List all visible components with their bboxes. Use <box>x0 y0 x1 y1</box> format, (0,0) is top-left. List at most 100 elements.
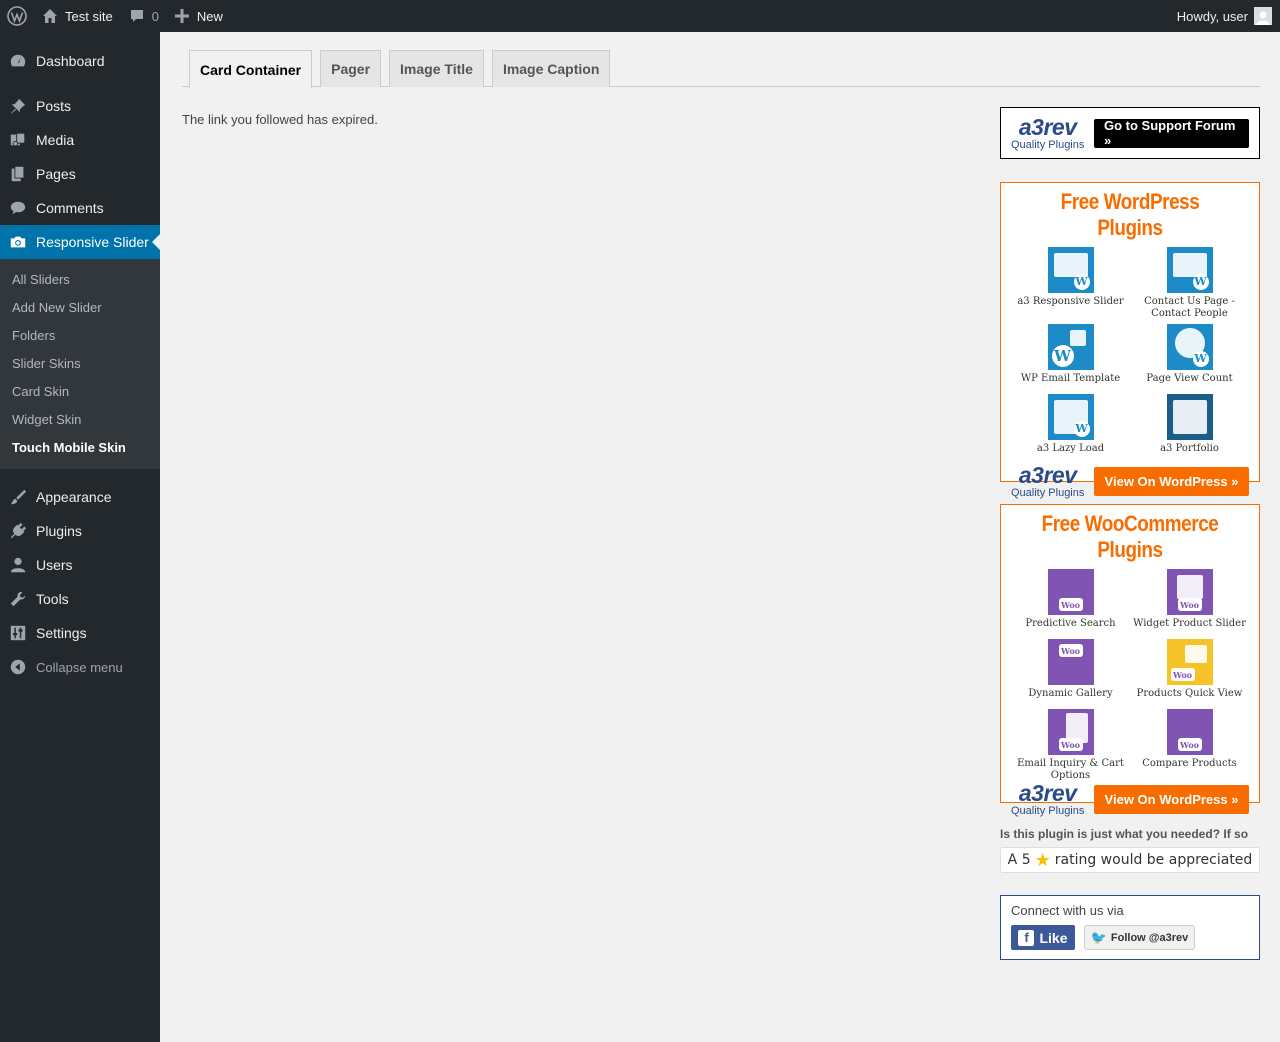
tab-image-caption[interactable]: Image Caption <box>491 50 611 87</box>
tab-image-title[interactable]: Image Title <box>389 50 484 87</box>
wordpress-logo-icon[interactable] <box>0 0 34 32</box>
plugin-link-contact-us[interactable]: W Contact Us Page - Contact People <box>1130 247 1249 320</box>
a3rev-logo[interactable]: a3rev Quality Plugins <box>1011 464 1084 499</box>
menu-label: Dashboard <box>36 53 105 69</box>
user-account-link[interactable]: Howdy, user <box>1169 0 1280 32</box>
plugin-name: WP Email Template <box>1020 373 1121 384</box>
wordpress-plugins-title: Free WordPress Plugins <box>1060 189 1200 240</box>
woocommerce-plugins-box: Free WooCommerce Plugins Woo Predictive … <box>1000 504 1260 817</box>
menu-label: Tools <box>36 591 69 607</box>
new-content-link[interactable]: New <box>167 0 231 32</box>
rating-question: Is this plugin is just what you needed? … <box>1000 827 1249 841</box>
facebook-like-label: Like <box>1039 929 1068 946</box>
plugin-name: Page View Count <box>1146 373 1233 384</box>
menu-item-plugins[interactable]: Plugins <box>0 514 160 548</box>
tab-card-container[interactable]: Card Container <box>189 50 313 88</box>
submenu-card-skin[interactable]: Card Skin <box>0 377 160 405</box>
dashboard-icon <box>8 51 28 71</box>
responsive-slider-icon: W <box>1047 247 1094 293</box>
plugin-name: Dynamic Gallery <box>1028 688 1113 699</box>
menu-label: Responsive Slider <box>36 234 149 250</box>
view-on-wordpress-button[interactable]: View On WordPress » <box>1094 467 1249 496</box>
rating-link[interactable]: A 5 ★ rating would be appreciated <box>1000 847 1260 873</box>
woocommerce-plugins-title: Free WooCommerce Plugins <box>1041 511 1219 562</box>
plugin-link-compare-products[interactable]: Woo Compare Products <box>1130 709 1249 782</box>
sliders-icon <box>8 623 28 643</box>
submenu-touch-mobile-skin[interactable]: Touch Mobile Skin <box>0 433 160 461</box>
settings-tabs: Card Container Pager Image Title Image C… <box>182 50 1260 88</box>
menu-item-pages[interactable]: Pages <box>0 157 160 191</box>
collapse-menu-button[interactable]: Collapse menu <box>0 650 160 684</box>
submenu-widget-skin[interactable]: Widget Skin <box>0 405 160 433</box>
plugin-link-wp-email-template[interactable]: W WP Email Template <box>1011 324 1130 390</box>
howdy-text: Howdy, user <box>1176 8 1248 24</box>
wrench-icon <box>8 589 28 609</box>
support-forum-button[interactable]: Go to Support Forum » <box>1094 118 1249 148</box>
comment-icon <box>8 198 28 218</box>
logo-text: a3rev <box>1018 462 1077 488</box>
menu-item-comments[interactable]: Comments <box>0 191 160 225</box>
facebook-like-button[interactable]: f Like <box>1011 925 1075 950</box>
pages-icon <box>8 164 28 184</box>
menu-label: Comments <box>36 200 104 216</box>
admin-bar: Test site 0 New Howdy, user <box>0 0 1280 32</box>
email-inquiry-icon: Woo <box>1047 709 1094 755</box>
menu-label: Media <box>36 132 75 148</box>
media-icon <box>8 130 28 150</box>
plus-icon <box>174 9 189 23</box>
menu-item-responsive-slider[interactable]: Responsive Slider <box>0 225 160 259</box>
menu-label: Settings <box>36 625 87 641</box>
star-icon: ★ <box>1034 849 1051 871</box>
expired-link-message: The link you followed has expired. <box>182 112 378 127</box>
avatar <box>1254 7 1272 25</box>
plugin-link-dynamic-gallery[interactable]: Woo Dynamic Gallery <box>1011 639 1130 705</box>
plugin-name: a3 Responsive Slider <box>1017 296 1124 307</box>
dynamic-gallery-icon: Woo <box>1047 639 1094 685</box>
user-icon <box>8 555 28 575</box>
home-icon <box>42 8 58 24</box>
menu-label: Plugins <box>36 523 82 539</box>
twitter-bird-icon: 🐦 <box>1090 929 1107 945</box>
submenu-all-sliders[interactable]: All Sliders <box>0 265 160 293</box>
twitter-follow-button[interactable]: 🐦 Follow @a3rev <box>1084 925 1195 950</box>
plugin-link-products-quick-view[interactable]: Woo Products Quick View <box>1130 639 1249 705</box>
menu-item-users[interactable]: Users <box>0 548 160 582</box>
comments-link[interactable]: 0 <box>121 0 167 32</box>
menu-item-media[interactable]: Media <box>0 123 160 157</box>
predictive-search-icon: Woo <box>1047 569 1094 615</box>
lazy-load-icon: W <box>1047 394 1094 440</box>
plugin-name: Email Inquiry & Cart Options <box>1017 758 1124 781</box>
rating-suffix: rating would be appreciated <box>1054 852 1253 868</box>
menu-item-tools[interactable]: Tools <box>0 582 160 616</box>
a3rev-logo[interactable]: a3rev Quality Plugins <box>1011 113 1085 151</box>
connect-box: Connect with us via f Like 🐦 Follow @a3r… <box>1000 895 1260 960</box>
menu-item-appearance[interactable]: Appearance <box>0 480 160 514</box>
submenu-folders[interactable]: Folders <box>0 321 160 349</box>
plugin-name: a3 Portfolio <box>1160 443 1219 454</box>
submenu-add-new-slider[interactable]: Add New Slider <box>0 293 160 321</box>
plugin-link-predictive-search[interactable]: Woo Predictive Search <box>1011 569 1130 635</box>
view-on-wordpress-button[interactable]: View On WordPress » <box>1094 785 1249 814</box>
facebook-icon: f <box>1018 929 1035 946</box>
comments-count: 0 <box>151 8 159 24</box>
submenu-slider-skins[interactable]: Slider Skins <box>0 349 160 377</box>
logo-tagline: Quality Plugins <box>1011 138 1085 151</box>
menu-item-dashboard[interactable]: Dashboard <box>0 44 160 78</box>
plugin-link-page-view-count[interactable]: W Page View Count <box>1130 324 1249 390</box>
site-name-link[interactable]: Test site <box>34 0 121 32</box>
tab-pager[interactable]: Pager <box>320 50 382 87</box>
email-template-icon: W <box>1047 324 1094 370</box>
camera-icon <box>8 232 28 252</box>
plugin-link-responsive-slider[interactable]: W a3 Responsive Slider <box>1011 247 1130 320</box>
plugin-link-widget-product-slider[interactable]: Woo Widget Product Slider <box>1130 569 1249 635</box>
menu-item-posts[interactable]: Posts <box>0 89 160 123</box>
plugin-name: a3 Lazy Load <box>1036 443 1105 454</box>
site-name: Test site <box>65 8 113 24</box>
plugin-link-email-inquiry[interactable]: Woo Email Inquiry & Cart Options <box>1011 709 1130 782</box>
plugin-link-a3-lazy-load[interactable]: W a3 Lazy Load <box>1011 394 1130 460</box>
a3rev-logo[interactable]: a3rev Quality Plugins <box>1011 782 1084 817</box>
plugin-link-a3-portfolio[interactable]: a3 Portfolio <box>1130 394 1249 460</box>
logo-text: a3rev <box>1018 113 1077 140</box>
menu-item-settings[interactable]: Settings <box>0 616 160 650</box>
compare-products-icon: Woo <box>1166 709 1213 755</box>
